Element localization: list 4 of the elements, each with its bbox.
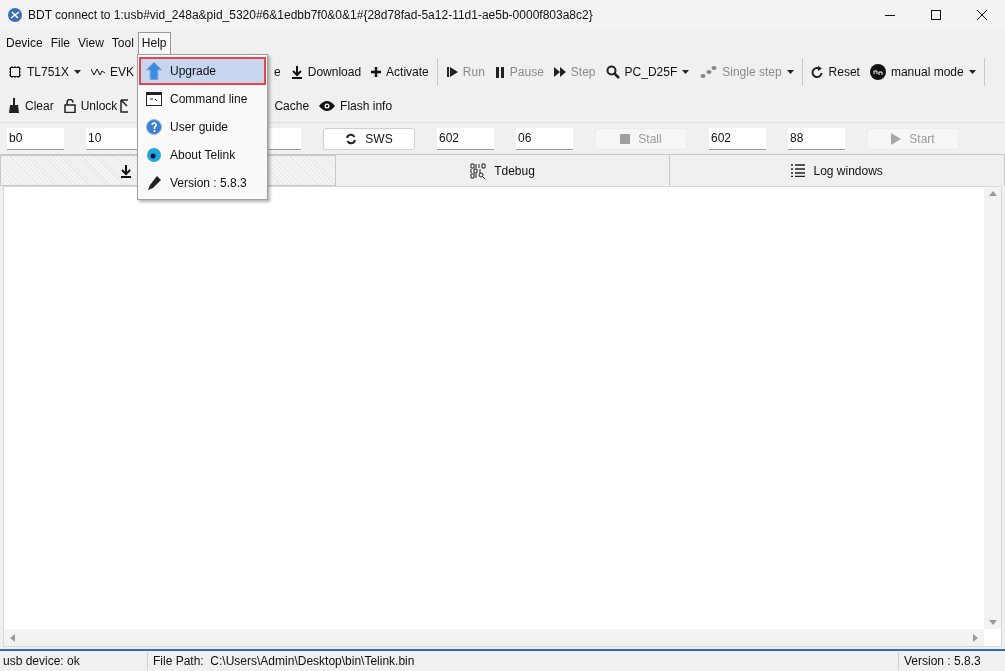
- file-path: File Path: C:\Users\Admin\Desktop\bin\Telink.bin: [152, 653, 415, 670]
- device-status: usb device: ok: [0, 652, 148, 670]
- version-label: Version : 5.8.3: [898, 652, 1005, 670]
- window-title: BDT connect to 1:usb#vid_248a&pid_5320#6&1edbb7f0&0&1#{28d78fad-5a12-11d1-ae5b-0000f803a8c2}: [28, 7, 593, 24]
